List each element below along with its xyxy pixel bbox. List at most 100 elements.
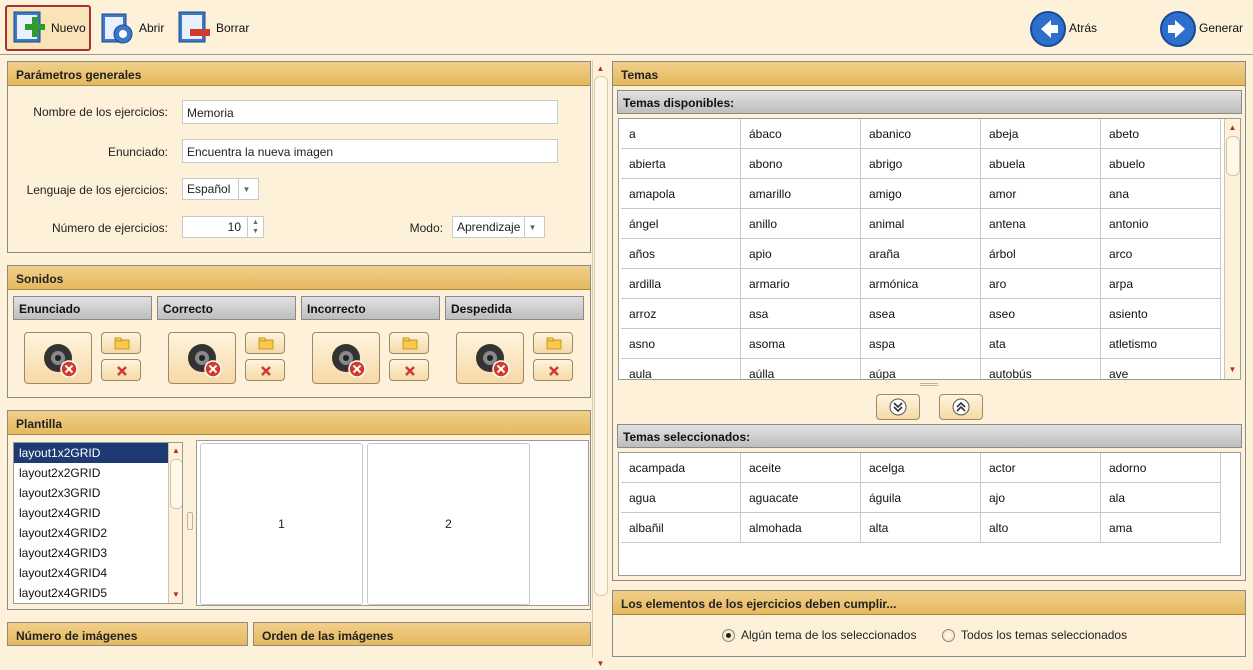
tema-cell[interactable]: antena — [981, 209, 1101, 239]
tema-cell[interactable]: animal — [861, 209, 981, 239]
tema-cell[interactable]: antonio — [1101, 209, 1221, 239]
tema-cell[interactable]: albañil — [621, 513, 741, 543]
tema-cell[interactable]: ángel — [621, 209, 741, 239]
scroll-up-icon[interactable]: ▲ — [169, 443, 182, 457]
list-item[interactable]: layout2x4GRID4 — [14, 563, 182, 583]
tema-cell[interactable]: amapola — [621, 179, 741, 209]
layout-list-scrollbar[interactable]: ▲ ▼ — [168, 443, 182, 603]
open-folder-button[interactable] — [245, 332, 285, 354]
scroll-down-icon[interactable]: ▼ — [169, 587, 182, 601]
tema-cell[interactable]: arroz — [621, 299, 741, 329]
scroll-down-icon[interactable]: ▼ — [594, 656, 608, 670]
tema-cell[interactable]: ata — [981, 329, 1101, 359]
tema-cell[interactable]: asoma — [741, 329, 861, 359]
remove-sound-button[interactable] — [533, 359, 573, 381]
enunciado-field[interactable]: Encuentra la nueva imagen — [182, 139, 558, 163]
tema-cell[interactable]: almohada — [741, 513, 861, 543]
tema-cell[interactable]: abanico — [861, 119, 981, 149]
preview-cell[interactable]: 1 — [200, 443, 363, 605]
tema-cell[interactable]: árbol — [981, 239, 1101, 269]
tema-cell[interactable]: años — [621, 239, 741, 269]
radio-todos-temas[interactable]: Todos los temas seleccionados — [942, 628, 1127, 642]
scroll-thumb[interactable] — [1225, 136, 1240, 176]
tema-cell[interactable]: aúpa — [861, 359, 981, 379]
tema-cell[interactable]: alta — [861, 513, 981, 543]
splitter-handle[interactable] — [187, 512, 193, 530]
tema-cell[interactable]: abeto — [1101, 119, 1221, 149]
tema-cell[interactable]: abrigo — [861, 149, 981, 179]
tema-cell[interactable]: ama — [1101, 513, 1221, 543]
stepper-arrows-icon[interactable]: ▲ ▼ — [247, 217, 263, 237]
list-item[interactable]: layout2x4GRID3 — [14, 543, 182, 563]
tema-cell[interactable]: alto — [981, 513, 1101, 543]
play-sound-button[interactable] — [24, 332, 92, 384]
tema-cell[interactable]: aula — [621, 359, 741, 379]
tema-cell[interactable]: ave — [1101, 359, 1221, 379]
tema-cell[interactable]: abono — [741, 149, 861, 179]
list-item[interactable]: layout1x2GRID — [14, 443, 182, 463]
tema-cell[interactable]: ana — [1101, 179, 1221, 209]
tema-cell[interactable]: asea — [861, 299, 981, 329]
remove-sound-button[interactable] — [245, 359, 285, 381]
tema-cell[interactable]: amigo — [861, 179, 981, 209]
lenguaje-select[interactable]: Español ▼ — [182, 178, 259, 200]
tema-cell[interactable]: aúlla — [741, 359, 861, 379]
radio-algun-tema[interactable]: Algún tema de los seleccionados — [722, 628, 916, 642]
scroll-up-icon[interactable]: ▲ — [594, 61, 608, 75]
radio-unselected-icon[interactable] — [942, 628, 955, 642]
tema-cell[interactable]: aguacate — [741, 483, 861, 513]
play-sound-button[interactable] — [312, 332, 380, 384]
borrar-button[interactable]: Borrar — [172, 5, 257, 51]
tema-cell[interactable]: abeja — [981, 119, 1101, 149]
list-item[interactable]: layout2x2GRID — [14, 463, 182, 483]
left-scrollbar[interactable]: ▲ ▼ — [592, 60, 608, 668]
tema-cell[interactable]: adorno — [1101, 453, 1221, 483]
tema-cell[interactable]: amarillo — [741, 179, 861, 209]
open-folder-button[interactable] — [389, 332, 429, 354]
disponibles-scrollbar[interactable]: ▲ ▼ — [1224, 119, 1240, 379]
tema-cell[interactable]: asno — [621, 329, 741, 359]
tema-cell[interactable]: actor — [981, 453, 1101, 483]
tema-cell[interactable]: ajo — [981, 483, 1101, 513]
tema-cell[interactable]: arco — [1101, 239, 1221, 269]
layout-list[interactable]: layout1x2GRID layout2x2GRID layout2x3GRI… — [13, 442, 183, 604]
list-item[interactable]: layout2x4GRID — [14, 503, 182, 523]
tema-cell[interactable]: acelga — [861, 453, 981, 483]
tema-cell[interactable]: aro — [981, 269, 1101, 299]
tema-cell[interactable]: a — [621, 119, 741, 149]
tema-cell[interactable]: asiento — [1101, 299, 1221, 329]
tema-cell[interactable]: araña — [861, 239, 981, 269]
tema-cell[interactable]: ala — [1101, 483, 1221, 513]
tema-cell[interactable]: acampada — [621, 453, 741, 483]
scroll-thumb[interactable] — [169, 459, 182, 509]
tema-cell[interactable]: atletismo — [1101, 329, 1221, 359]
tema-cell[interactable]: amor — [981, 179, 1101, 209]
tema-cell[interactable]: aspa — [861, 329, 981, 359]
list-item[interactable]: layout2x3GRID — [14, 483, 182, 503]
tema-cell[interactable]: abuela — [981, 149, 1101, 179]
add-tema-button[interactable] — [876, 394, 920, 420]
tema-cell[interactable]: armónica — [861, 269, 981, 299]
modo-select[interactable]: Aprendizaje ▼ — [452, 216, 545, 238]
list-item[interactable]: layout2x4GRID2 — [14, 523, 182, 543]
tema-cell[interactable]: asa — [741, 299, 861, 329]
nuevo-button[interactable]: Nuevo — [5, 5, 91, 51]
remove-sound-button[interactable] — [101, 359, 141, 381]
tema-cell[interactable]: abuelo — [1101, 149, 1221, 179]
tema-cell[interactable]: ábaco — [741, 119, 861, 149]
tema-cell[interactable]: anillo — [741, 209, 861, 239]
play-sound-button[interactable] — [168, 332, 236, 384]
tema-cell[interactable]: armario — [741, 269, 861, 299]
tema-cell[interactable]: ardilla — [621, 269, 741, 299]
tema-cell[interactable]: agua — [621, 483, 741, 513]
tema-cell[interactable]: aceite — [741, 453, 861, 483]
tema-cell[interactable]: águila — [861, 483, 981, 513]
list-item[interactable]: layout2x4GRID5 — [14, 583, 182, 603]
preview-cell[interactable]: 2 — [367, 443, 530, 605]
tema-cell[interactable]: autobús — [981, 359, 1101, 379]
tema-cell[interactable]: arpa — [1101, 269, 1221, 299]
tema-cell[interactable]: apio — [741, 239, 861, 269]
generar-button[interactable]: Generar — [1155, 5, 1250, 51]
atras-button[interactable]: Atrás — [1025, 5, 1105, 51]
tema-cell[interactable]: aseo — [981, 299, 1101, 329]
